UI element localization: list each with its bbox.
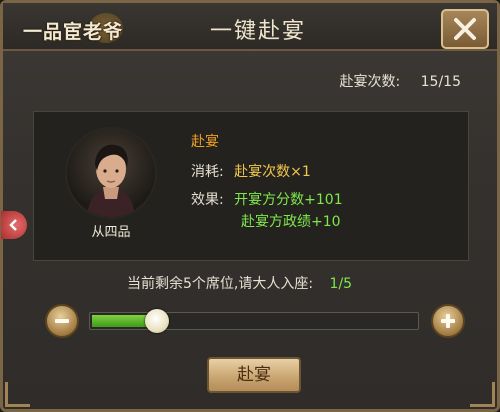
cost-value: 赴宴次数×1 (234, 164, 311, 180)
character-portrait-icon (87, 144, 135, 217)
corner-ornament (470, 382, 495, 407)
effect-row: 效果: 开宴方分数+101 (191, 189, 343, 209)
info-title: 赴宴 (191, 134, 219, 150)
character-avatar: 从四品 (65, 125, 157, 243)
effect-label: 效果: (191, 192, 224, 208)
minus-button[interactable] (45, 304, 79, 338)
attend-feast-button[interactable]: 赴宴 (207, 357, 301, 393)
logo-text: 一品宦老爷 (23, 21, 124, 43)
close-button[interactable] (441, 9, 489, 49)
feast-count-value: 15/15 (420, 74, 461, 90)
cost-row: 消耗: 赴宴次数×1 (191, 161, 311, 181)
plus-icon (441, 314, 455, 328)
title-bar: 一品宦老爷 一键赴宴 (3, 3, 497, 51)
feast-dialog: 一品宦老爷 一键赴宴 赴宴次数: 15/15 从四品 赴宴 消耗: 赴宴次数×1… (0, 0, 500, 412)
seats-row: 当前剩余5个席位,请大人入座: 1/5 (127, 273, 352, 293)
portrait (65, 127, 157, 219)
seats-text: 当前剩余5个席位,请大人入座: (127, 276, 314, 292)
close-x-icon (454, 18, 476, 40)
dialog-title: 一键赴宴 (209, 19, 306, 44)
rank-label: 从四品 (91, 225, 131, 240)
game-logo: 一品宦老爷 (11, 9, 131, 47)
left-arrow-icon (9, 219, 17, 231)
side-arrow-button[interactable] (1, 211, 27, 239)
seats-current: 1/5 (329, 276, 353, 292)
feast-count-label: 赴宴次数: (339, 74, 401, 90)
corner-ornament (5, 382, 30, 407)
slider-track[interactable] (89, 312, 419, 330)
cost-label: 消耗: (191, 164, 224, 180)
effect-value-1: 开宴方分数+101 (234, 192, 343, 208)
plus-button[interactable] (431, 304, 465, 338)
minus-icon (55, 319, 69, 323)
effect-row-2: 赴宴方政绩+10 (241, 211, 341, 231)
slider-knob[interactable] (145, 309, 169, 333)
feast-count: 赴宴次数: 15/15 (339, 71, 461, 91)
effect-value-2: 赴宴方政绩+10 (241, 214, 341, 230)
